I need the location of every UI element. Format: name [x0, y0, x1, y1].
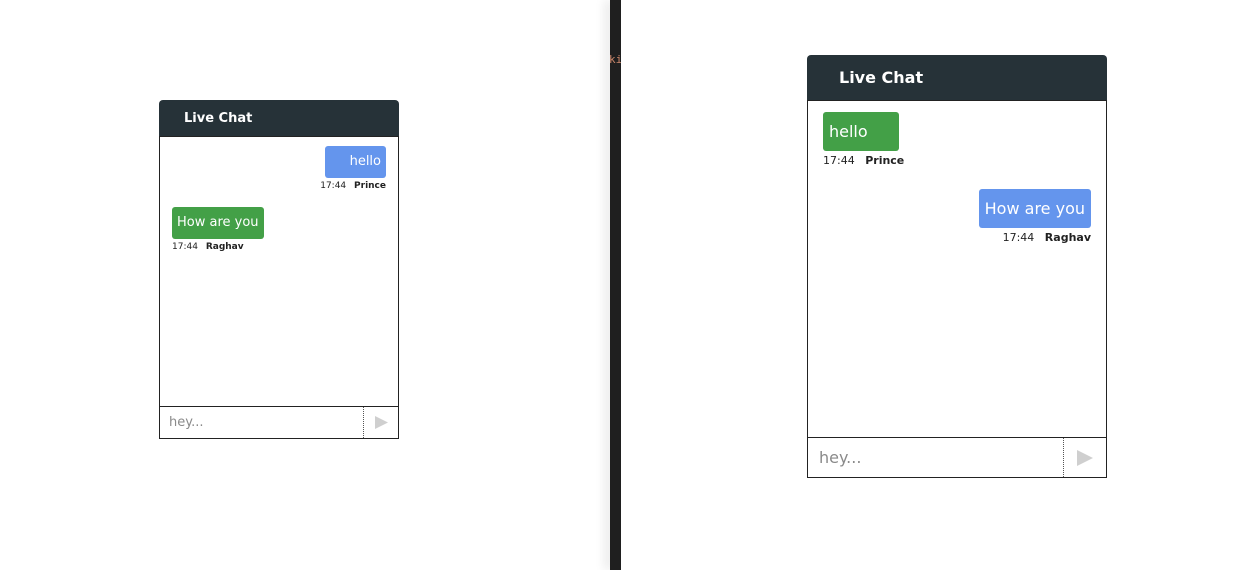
message-input[interactable] [160, 407, 363, 438]
message-bubble-sent: How are you [978, 189, 1091, 228]
message-sender: Raghav [205, 242, 244, 252]
message-sender: Prince [354, 181, 386, 191]
message-time: 17:44 [172, 242, 198, 252]
message-item: hello 17:44 Prince [823, 112, 904, 167]
message-time: 17:44 [1002, 231, 1035, 244]
message-meta: 17:44 Prince [823, 154, 904, 167]
send-icon [374, 416, 388, 429]
live-chat-widget-large: Live Chat hello 17:44 Prince How are you… [807, 55, 1107, 478]
live-chat-widget-small: Live Chat hello 17:44 Prince How are you… [159, 100, 399, 439]
message-time: 17:44 [320, 181, 347, 191]
message-item: How are you 17:44 Raghav [978, 189, 1091, 244]
chat-title: Live Chat [184, 110, 253, 126]
message-bubble-sent: hello [324, 146, 386, 178]
message-input[interactable] [808, 438, 1063, 477]
message-bubble-received: hello [823, 112, 899, 151]
message-bubble-received: How are you [172, 207, 264, 239]
message-item: How are you 17:44 Raghav [172, 207, 264, 252]
chat-header: Live Chat [159, 100, 399, 136]
window-divider[interactable] [610, 0, 621, 570]
message-time: 17:44 [823, 154, 855, 167]
chat-input-row [807, 437, 1107, 478]
message-item: hello 17:44 Prince [320, 146, 386, 191]
message-meta: 17:44 Raghav [172, 242, 264, 252]
send-button[interactable] [1063, 438, 1106, 477]
message-sender: Raghav [1044, 231, 1091, 244]
message-list: hello 17:44 Prince How are you 17:44 Rag… [159, 136, 399, 406]
chat-title: Live Chat [839, 68, 924, 87]
message-sender: Prince [865, 154, 905, 167]
chat-header: Live Chat [807, 55, 1107, 100]
message-meta: 17:44 Raghav [979, 231, 1091, 244]
send-button[interactable] [363, 407, 398, 438]
send-icon [1077, 449, 1093, 466]
chat-input-row [159, 406, 399, 439]
message-meta: 17:44 Prince [320, 181, 386, 191]
message-list: hello 17:44 Prince How are you 17:44 Rag… [807, 100, 1107, 437]
